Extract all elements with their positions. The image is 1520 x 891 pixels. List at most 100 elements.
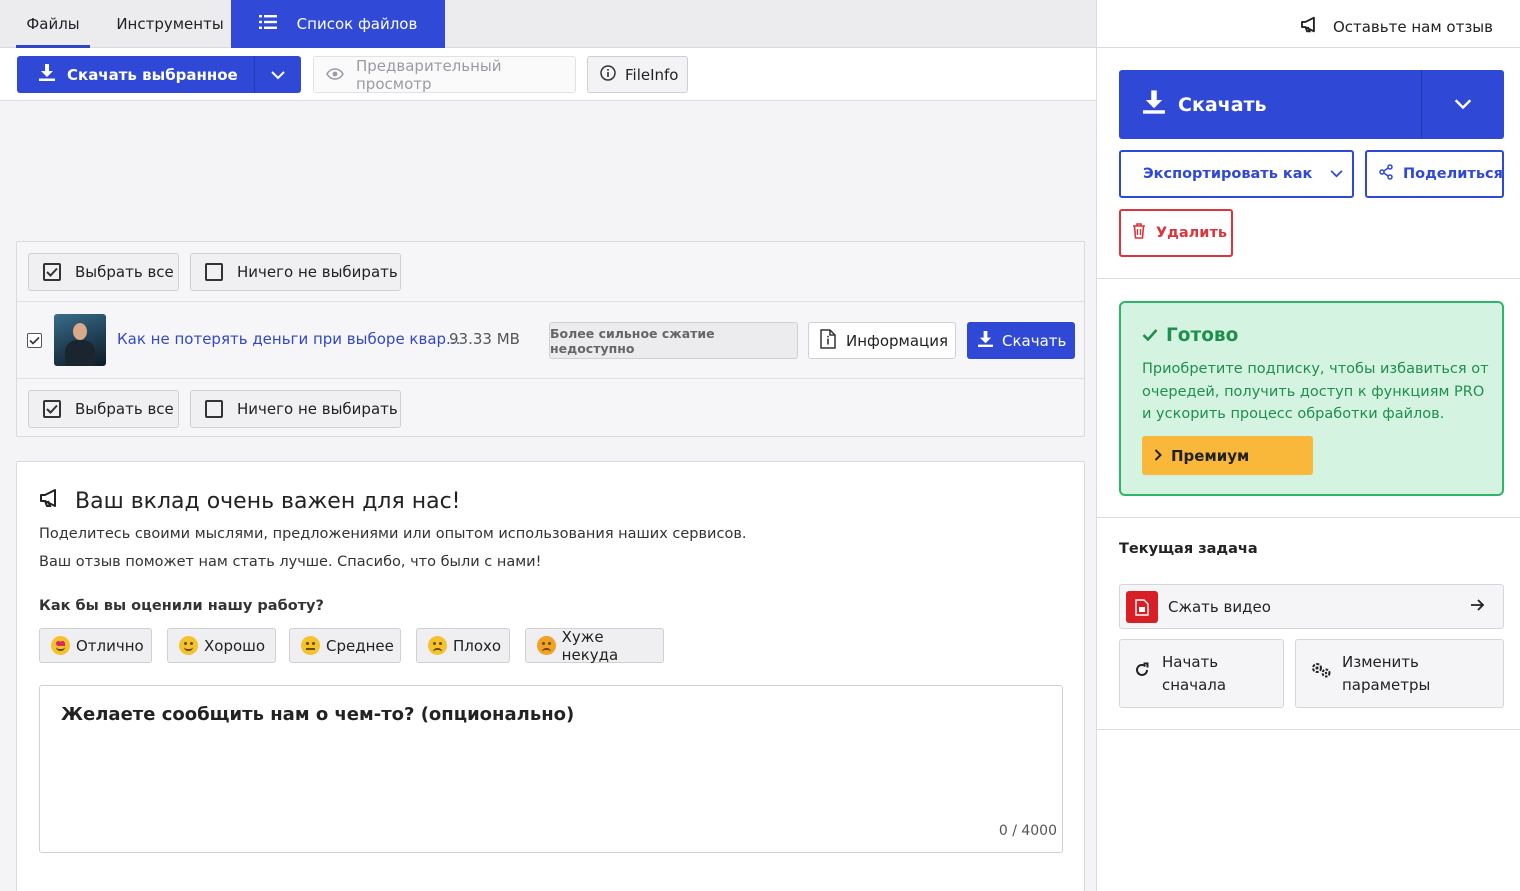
ready-title-text: Готово: [1166, 325, 1239, 346]
frown-emoji-icon: [428, 636, 447, 655]
tab-bar: Файлы Инструменты Список файлов: [0, 0, 1096, 48]
rating-worst-label: Хуже некуда: [561, 627, 619, 664]
file-name-link[interactable]: Как не потерять деньги при выборе квар..…: [117, 330, 460, 348]
feedback-card: Ваш вклад очень важен для нас! Поделитес…: [16, 461, 1085, 891]
download-dropdown[interactable]: [1422, 70, 1504, 139]
file-info-button[interactable]: Информация: [808, 322, 956, 359]
checkbox-checked-icon: [43, 263, 61, 281]
rating-excellent-button[interactable]: Отлично: [39, 628, 152, 663]
rating-question: Как бы вы оценили нашу работу?: [39, 598, 324, 614]
change-parameters-label: Изменить параметры: [1342, 652, 1431, 694]
rating-good-label: Хорошо: [204, 636, 266, 655]
share-icon: [1378, 164, 1394, 184]
download-button[interactable]: Скачать: [1119, 70, 1504, 139]
feedback-text-1: Поделитесь своими мыслями, предложениями…: [39, 526, 747, 542]
select-all-label: Выбрать все: [75, 263, 174, 281]
video-file-icon: [1126, 591, 1158, 623]
tab-file-list[interactable]: Список файлов: [231, 0, 445, 48]
select-all-button[interactable]: Выбрать все: [28, 390, 179, 428]
select-none-button[interactable]: Ничего не выбирать: [190, 253, 401, 291]
fileinfo-button[interactable]: FileInfo: [587, 56, 688, 93]
megaphone-icon: [39, 488, 63, 514]
chevron-down-icon: [1330, 166, 1343, 182]
download-icon: [1143, 90, 1165, 119]
main-area: Файлы Инструменты Список файлов Скачать …: [0, 0, 1096, 891]
delete-label: Удалить: [1156, 225, 1228, 241]
select-none-button[interactable]: Ничего не выбирать: [190, 390, 401, 428]
eye-icon: [326, 66, 344, 84]
leave-feedback-label: Оставьте нам отзыв: [1332, 17, 1493, 36]
checkbox-empty-icon: [205, 263, 223, 281]
preview-label: Предварительный просмотр: [356, 56, 502, 93]
tab-files[interactable]: Файлы: [16, 0, 90, 48]
video-thumbnail: [54, 314, 106, 366]
current-task-heading: Текущая задача: [1119, 541, 1258, 557]
export-as-button[interactable]: Экспортировать как: [1119, 150, 1354, 198]
smile-emoji-icon: [179, 636, 198, 655]
share-button[interactable]: Поделиться: [1365, 150, 1504, 198]
trash-icon: [1132, 223, 1146, 243]
download-options-dropdown[interactable]: [255, 66, 301, 84]
feedback-textarea-placeholder: Желаете сообщить нам о чем-то? (опционал…: [61, 704, 575, 725]
change-parameters-button[interactable]: Изменить параметры: [1295, 639, 1504, 708]
select-all-button[interactable]: Выбрать все: [28, 253, 179, 291]
feedback-title-text: Ваш вклад очень важен для нас!: [75, 488, 461, 514]
feedback-text-2: Ваш отзыв поможет нам стать лучше. Спаси…: [39, 554, 542, 570]
info-icon: [600, 64, 616, 85]
divider: [1097, 47, 1520, 48]
refresh-icon: [1134, 662, 1150, 685]
heart-eyes-emoji-icon: [51, 636, 70, 655]
fileinfo-label: FileInfo: [625, 65, 679, 84]
download-icon: [978, 330, 993, 351]
chevron-down-icon: [1454, 96, 1472, 114]
select-all-label: Выбрать все: [75, 400, 174, 418]
neutral-emoji-icon: [301, 636, 320, 655]
sidebar: Оставьте нам отзыв Скачать Экспортироват…: [1096, 0, 1520, 891]
download-selected-label: Скачать выбранное: [67, 65, 238, 84]
download-selected-button[interactable]: Скачать выбранное: [17, 56, 301, 93]
checkbox-checked-icon: [43, 400, 61, 418]
download-selected-main[interactable]: Скачать выбранное: [17, 56, 255, 93]
angry-emoji-icon: [537, 636, 556, 655]
file-info-label: Информация: [846, 331, 949, 350]
restart-button[interactable]: Начать сначала: [1119, 639, 1284, 708]
megaphone-icon: [1300, 16, 1321, 37]
restart-label: Начать сначала: [1162, 652, 1227, 694]
character-counter: 0 / 4000: [998, 823, 1057, 839]
chevron-right-icon: [1154, 447, 1162, 465]
rating-bad-button[interactable]: Плохо: [416, 628, 510, 663]
rating-good-button[interactable]: Хорошо: [167, 628, 276, 663]
delete-button[interactable]: Удалить: [1119, 209, 1233, 257]
share-label: Поделиться: [1403, 166, 1503, 182]
rating-average-button[interactable]: Среднее: [289, 628, 401, 663]
file-download-button[interactable]: Скачать: [967, 322, 1075, 359]
file-panel: Выбрать все Ничего не выбирать Как не по…: [16, 241, 1085, 437]
feedback-textarea[interactable]: Желаете сообщить нам о чем-то? (опционал…: [39, 685, 1063, 853]
current-task-item[interactable]: Сжать видео: [1119, 584, 1504, 629]
ready-title: Готово: [1142, 325, 1238, 346]
tab-tools[interactable]: Инструменты: [108, 0, 232, 48]
divider: [1097, 517, 1520, 518]
selection-row-bottom: Выбрать все Ничего не выбирать: [17, 378, 1084, 438]
file-download-label: Скачать: [1002, 331, 1067, 350]
ready-description: Приобретите подписку, чтобы избавиться о…: [1142, 361, 1489, 422]
rating-bad-label: Плохо: [453, 636, 502, 655]
compression-status-badge: Более сильное сжатие недоступно: [549, 322, 798, 359]
chevron-down-icon: [271, 66, 285, 84]
tab-files-label: Файлы: [26, 15, 80, 33]
arrow-right-icon: [1469, 597, 1485, 617]
feedback-title: Ваш вклад очень важен для нас!: [39, 488, 461, 514]
list-icon: [258, 14, 285, 34]
rating-average-label: Среднее: [326, 636, 394, 655]
preview-button[interactable]: Предварительный просмотр: [313, 56, 576, 93]
premium-label: Премиум: [1171, 446, 1250, 465]
download-main[interactable]: Скачать: [1119, 70, 1422, 139]
rating-worst-button[interactable]: Хуже некуда: [525, 627, 664, 664]
document-info-icon: [820, 328, 836, 353]
file-checkbox[interactable]: [27, 333, 42, 348]
select-none-label: Ничего не выбирать: [237, 263, 398, 281]
premium-button[interactable]: Премиум: [1142, 436, 1313, 475]
leave-feedback-link[interactable]: Оставьте нам отзыв: [1300, 16, 1493, 37]
rating-excellent-label: Отлично: [76, 636, 144, 655]
tab-file-list-label: Список файлов: [296, 15, 418, 33]
